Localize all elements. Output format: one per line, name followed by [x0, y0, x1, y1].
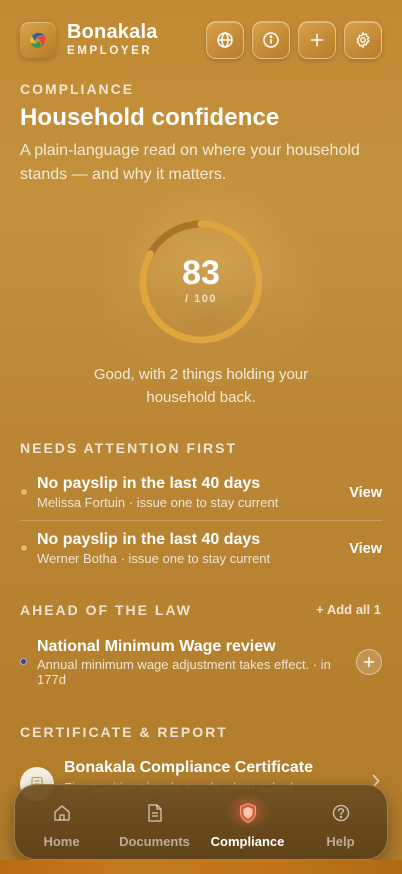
ahead-item[interactable]: National Minimum Wage review Annual mini…: [20, 637, 382, 689]
nav-label: Home: [43, 834, 80, 849]
score-value: 83: [182, 254, 220, 292]
certificate-title[interactable]: Bonakala Compliance Certificate: [64, 759, 313, 777]
globe-icon: [217, 32, 233, 48]
document-icon: [146, 802, 164, 824]
plus-icon: [363, 656, 375, 668]
logo-icon: [30, 32, 46, 48]
score-max: / 100: [185, 293, 217, 305]
ahead-item-subtitle-cont: 177d: [37, 672, 66, 687]
bottom-nav: Home Documents Compliance Help: [14, 784, 388, 860]
language-button[interactable]: [206, 21, 244, 59]
app-logo: [20, 22, 56, 58]
attention-item-subtitle: Melissa Fortuin · issue one to stay curr…: [37, 495, 279, 510]
shield-icon: [238, 802, 258, 824]
nav-label: Documents: [119, 834, 190, 849]
nav-help[interactable]: Help: [294, 785, 387, 859]
info-button[interactable]: [252, 21, 290, 59]
nav-documents[interactable]: Documents: [108, 785, 201, 859]
needs-attention-heading: NEEDS ATTENTION FIRST: [20, 440, 237, 456]
certificate-heading: CERTIFICATE & REPORT: [20, 724, 228, 740]
gear-icon: [356, 31, 370, 49]
nav-label: Compliance: [210, 834, 285, 849]
attention-item-title: No payslip in the last 40 days: [37, 475, 261, 492]
home-indicator-strip: [0, 860, 402, 874]
page-eyebrow: COMPLIANCE: [20, 81, 135, 97]
attention-dot: [20, 544, 28, 552]
help-icon: [331, 802, 351, 824]
add-button[interactable]: [298, 21, 336, 59]
list-divider: [20, 520, 382, 521]
plus-icon: [310, 33, 324, 47]
attention-item[interactable]: No payslip in the last 40 days Werner Bo…: [20, 530, 382, 570]
nav-label: Help: [326, 834, 355, 849]
attention-item-title: No payslip in the last 40 days: [37, 531, 261, 548]
attention-dot: [20, 488, 28, 496]
nav-compliance[interactable]: Compliance: [201, 785, 294, 859]
attention-item-subtitle: Werner Botha · issue one to stay current: [37, 551, 271, 566]
add-all-button[interactable]: + Add all 1: [316, 602, 381, 617]
ahead-item-title: National Minimum Wage review: [37, 638, 276, 655]
score-caption: Good, with 2 things holding your househo…: [93, 366, 309, 406]
info-icon: [263, 32, 279, 48]
header-actions: [206, 21, 382, 59]
page-title: Household confidence: [20, 104, 280, 131]
score-ring: 83 / 100: [137, 218, 265, 346]
settings-button[interactable]: [344, 21, 382, 59]
attention-item[interactable]: No payslip in the last 40 days Melissa F…: [20, 474, 382, 514]
home-icon: [52, 802, 72, 824]
brand: Bonakala EMPLOYER: [67, 22, 158, 58]
view-button[interactable]: View: [349, 485, 382, 501]
app-header: Bonakala EMPLOYER: [20, 20, 382, 60]
ahead-dot: [20, 658, 27, 665]
add-reminder-button[interactable]: [356, 649, 382, 675]
ahead-heading: AHEAD OF THE LAW: [20, 602, 192, 618]
brand-name: Bonakala: [67, 21, 158, 44]
ahead-item-subtitle: Annual minimum wage adjustment takes eff…: [37, 657, 331, 672]
brand-subtitle: EMPLOYER: [67, 45, 153, 58]
view-button[interactable]: View: [349, 541, 382, 557]
page-description: A plain-language read on where your hous…: [20, 142, 360, 183]
nav-home[interactable]: Home: [15, 785, 108, 859]
